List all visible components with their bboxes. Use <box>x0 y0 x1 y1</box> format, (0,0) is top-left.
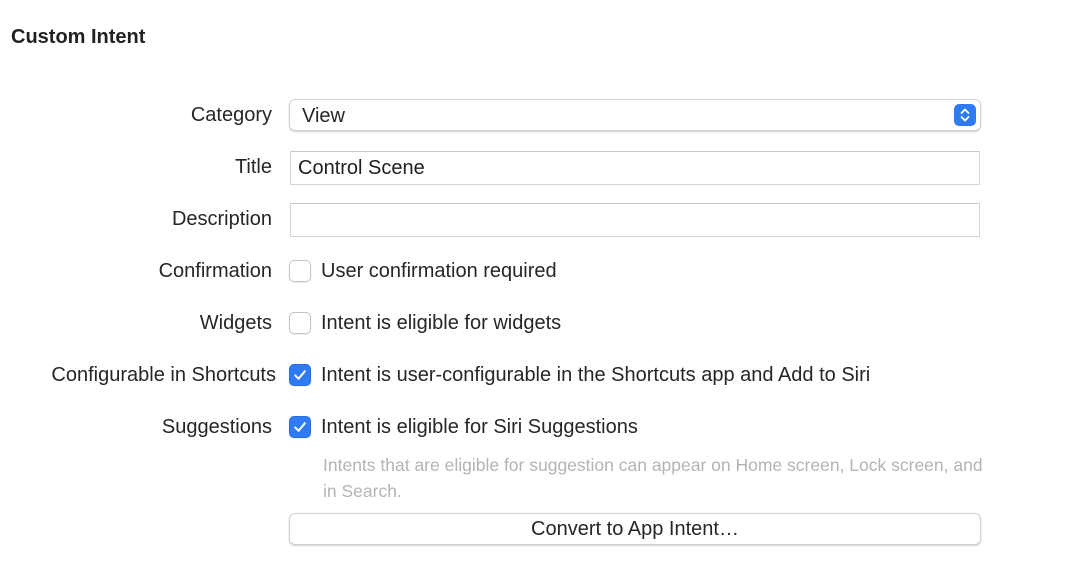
widgets-checkbox[interactable] <box>289 312 311 334</box>
convert-to-app-intent-button[interactable]: Convert to App Intent… <box>289 513 981 545</box>
section-title: Custom Intent <box>11 26 146 48</box>
configurable-label: Configurable in Shortcuts <box>51 364 276 386</box>
configurable-checkbox[interactable] <box>289 364 311 386</box>
title-field[interactable] <box>290 151 980 185</box>
configurable-checkbox-row[interactable]: Intent is user-configurable in the Short… <box>289 363 870 387</box>
widgets-label: Widgets <box>199 312 272 334</box>
confirmation-checkbox-row[interactable]: User confirmation required <box>289 259 557 283</box>
widgets-checkbox-label: Intent is eligible for widgets <box>321 311 562 334</box>
description-field[interactable] <box>290 203 980 237</box>
suggestions-label: Suggestions <box>161 416 272 438</box>
category-selected-value: View <box>302 105 345 127</box>
checkmark-icon <box>294 422 306 432</box>
confirmation-checkbox-label: User confirmation required <box>321 259 557 282</box>
description-label: Description <box>171 208 272 230</box>
configurable-checkbox-label: Intent is user-configurable in the Short… <box>321 363 871 386</box>
widgets-checkbox-row[interactable]: Intent is eligible for widgets <box>289 311 561 335</box>
category-popup[interactable]: View <box>289 99 981 131</box>
title-label: Title <box>234 156 272 178</box>
suggestions-checkbox-row[interactable]: Intent is eligible for Siri Suggestions <box>289 415 638 439</box>
checkmark-icon <box>294 370 306 380</box>
suggestions-checkbox[interactable] <box>289 416 311 438</box>
chevron-up-down-icon <box>954 104 976 126</box>
category-label: Category <box>190 104 272 126</box>
suggestions-hint: Intents that are eligible for suggestion… <box>323 455 983 501</box>
confirmation-checkbox[interactable] <box>289 260 311 282</box>
suggestions-checkbox-label: Intent is eligible for Siri Suggestions <box>321 415 638 438</box>
confirmation-label: Confirmation <box>158 260 272 282</box>
